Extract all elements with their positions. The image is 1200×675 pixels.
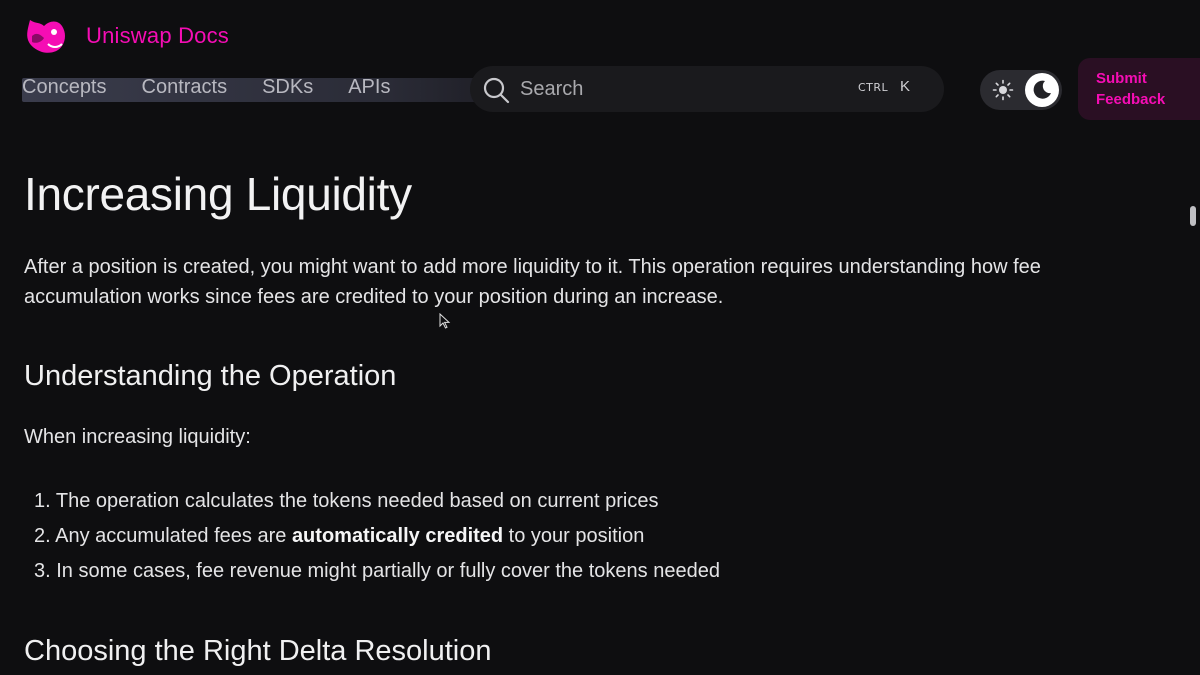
section-lead: When increasing liquidity:	[24, 426, 251, 448]
nav-link-concepts[interactable]: Concepts	[22, 76, 107, 99]
mouse-cursor-icon	[439, 313, 451, 329]
brand-name: Uniswap Docs	[86, 23, 230, 48]
list-item: 3. In some cases, fee revenue might part…	[34, 560, 720, 582]
shortcut-ctrl: CTRL	[858, 81, 889, 94]
list-item: 2. Any accumulated fees are automaticall…	[34, 525, 645, 547]
brand[interactable]: Uniswap Docs	[22, 14, 229, 58]
theme-toggle-knob	[1025, 73, 1059, 107]
steps-list: 1. The operation calculates the tokens n…	[24, 484, 1144, 589]
moon-icon	[1033, 80, 1051, 99]
search-bar[interactable]: CTRL K	[470, 66, 944, 112]
page-title: Increasing Liquidity	[24, 168, 412, 220]
intro-paragraph: After a position is created, you might w…	[24, 256, 1041, 308]
submit-feedback-button[interactable]: Submit Feedback	[1078, 58, 1200, 120]
sun-icon	[992, 79, 1014, 101]
unicorn-logo-icon	[27, 20, 65, 53]
bold-text: automatically credited	[291, 525, 504, 547]
nav-link-contracts[interactable]: Contracts	[142, 76, 228, 99]
section-heading-understanding: Understanding the Operation	[24, 360, 397, 392]
section-heading-delta-resolution: Choosing the Right Delta Resolution	[24, 635, 492, 667]
nav-link-sdks[interactable]: SDKs	[262, 76, 313, 99]
docs-page: Uniswap Docs Concepts Contracts SDKs API…	[0, 0, 1200, 675]
article: Increasing Liquidity After a position is…	[24, 168, 1144, 669]
feedback-label-line1: Submit	[1096, 70, 1147, 87]
feedback-label-line2: Feedback	[1096, 91, 1166, 108]
list-item: 1. The operation calculates the tokens n…	[34, 490, 659, 512]
theme-toggle[interactable]	[980, 70, 1062, 110]
shortcut-key: K	[900, 78, 911, 95]
search-input[interactable]	[520, 76, 840, 102]
scrollbar-thumb[interactable]	[1190, 206, 1196, 226]
search-icon	[483, 77, 510, 104]
top-nav: Concepts Contracts SDKs APIs	[22, 76, 390, 99]
nav-link-apis[interactable]: APIs	[348, 76, 390, 99]
